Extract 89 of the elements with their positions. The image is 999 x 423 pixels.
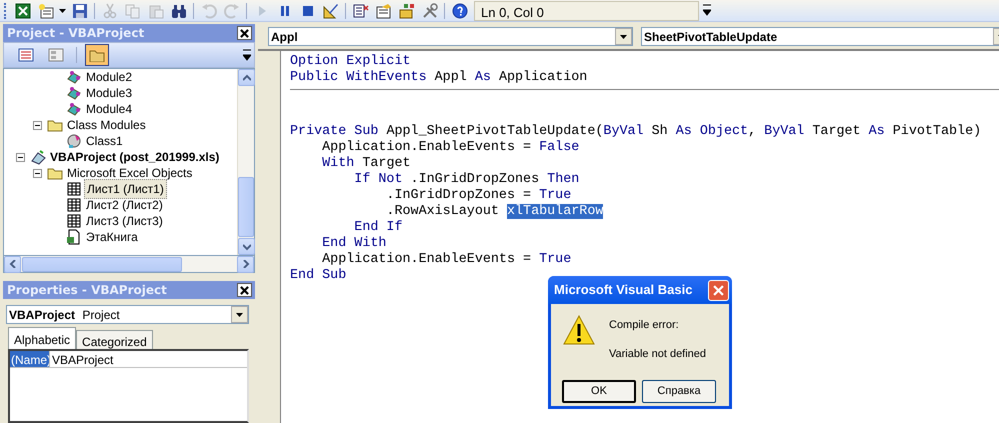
close-icon — [240, 286, 249, 294]
close-icon — [240, 28, 249, 38]
overflow-icon[interactable] — [703, 4, 711, 16]
code-line: Public WithEvents Appl As Application — [290, 70, 588, 86]
collapse-toggle[interactable] — [33, 168, 42, 178]
tree-item[interactable]: Class1 — [84, 132, 125, 150]
undo-icon — [200, 2, 216, 18]
dropdown-field[interactable]: Appl — [268, 27, 633, 46]
panel-title: Properties - VBAProject — [7, 282, 167, 299]
tab[interactable]: Categorized — [76, 330, 153, 349]
scroll-down-button[interactable] — [238, 238, 255, 255]
redo-icon — [224, 2, 240, 18]
class-icon — [66, 133, 82, 149]
project-icon — [30, 149, 46, 165]
scroll-up-button[interactable] — [238, 69, 255, 86]
spreadsheet-icon — [14, 2, 30, 18]
tree-item[interactable]: Module3 — [84, 84, 134, 102]
code-line: If Not .InGridDropZones Then — [353, 172, 580, 188]
dropdown-field[interactable]: SheetPivotTableUpdate — [641, 27, 999, 46]
module-icon — [66, 69, 82, 85]
warning-icon — [563, 315, 595, 345]
sheet-icon — [66, 181, 82, 197]
scroll-left-button[interactable] — [4, 256, 21, 272]
sheet-icon — [66, 197, 82, 213]
close-button[interactable] — [237, 283, 252, 297]
caret-icon — [236, 312, 243, 316]
properties-icon — [376, 2, 392, 18]
module-icon — [66, 85, 82, 101]
design-mode-icon — [322, 2, 338, 18]
cut-icon — [102, 2, 118, 18]
vertical-scrollbar[interactable] — [237, 69, 254, 255]
code-line: .InGridDropZones = True — [385, 188, 572, 204]
tree-item[interactable]: Class Modules — [65, 116, 148, 134]
code-line: Private Sub Appl_SheetPivotTableUpdate(ByVal Sh As Object, ByVal Target As PivotTable) — [290, 124, 982, 140]
toggle-folders-button[interactable] — [85, 44, 109, 66]
module-icon — [66, 101, 82, 117]
tree-item[interactable]: ЭтаКнига — [84, 228, 140, 246]
dialog-title: Microsoft Visual Basic — [554, 281, 692, 300]
close-icon — [713, 284, 724, 296]
tree-item[interactable]: Лист1 (Лист1) — [84, 179, 167, 199]
close-button[interactable] — [237, 26, 252, 40]
tree-item[interactable]: Лист2 (Лист2) — [84, 196, 165, 214]
paste-icon — [148, 2, 164, 18]
binoculars-icon — [170, 2, 186, 18]
save-icon — [72, 2, 88, 18]
view-object-icon — [48, 48, 64, 62]
tree-item[interactable]: Module2 — [84, 69, 134, 86]
tree-item[interactable]: Module4 — [84, 100, 134, 118]
help-icon — [452, 2, 468, 18]
tree-item[interactable]: VBAProject (post_201999.xls) — [48, 148, 222, 166]
tools-icon — [422, 2, 438, 18]
code-line: End With — [321, 236, 388, 252]
folder-icon — [89, 48, 105, 62]
scroll-right-button[interactable] — [237, 256, 254, 272]
project-explorer-icon — [352, 2, 368, 18]
caret-icon — [620, 34, 627, 38]
object-browser-icon — [398, 2, 414, 18]
dialog-button[interactable]: Справка — [642, 380, 716, 403]
code-line: Application.EnableEvents = True — [321, 252, 572, 268]
cursor-position-text: Ln 0, Col 0 — [474, 0, 699, 20]
message-text: Compile error: — [609, 318, 680, 333]
horizontal-scrollbar[interactable] — [3, 256, 255, 273]
copy-icon — [124, 2, 140, 18]
code-line: End If — [353, 220, 404, 236]
message-text: Variable not defined — [609, 346, 706, 362]
dialog-button[interactable]: OK — [562, 380, 636, 403]
sheet-icon — [66, 213, 82, 229]
tree-item[interactable]: Лист3 (Лист3) — [84, 212, 165, 230]
collapse-toggle[interactable] — [16, 152, 25, 162]
dropdown-button[interactable] — [231, 306, 248, 323]
property-value[interactable]: VBAProject — [49, 351, 247, 367]
code-line: Option Explicit — [290, 54, 412, 70]
collapse-toggle[interactable] — [33, 120, 42, 130]
dropdown-field[interactable]: VBAProject Project — [6, 305, 249, 324]
panel-title: Project - VBAProject — [7, 25, 144, 42]
code-line: Application.EnableEvents = False — [321, 140, 580, 156]
tree-item[interactable]: Microsoft Excel Objects — [65, 164, 194, 182]
insert-module-icon — [38, 2, 54, 18]
view-code-icon — [18, 48, 34, 62]
scrollbar-thumb[interactable] — [238, 177, 254, 237]
workbook-icon — [66, 229, 82, 245]
caret-icon — [59, 8, 66, 12]
dropdown-button[interactable] — [615, 28, 632, 45]
code-line: With Target — [321, 156, 412, 172]
overflow-icon[interactable] — [243, 48, 251, 61]
scrollbar-thumb[interactable] — [22, 256, 182, 272]
tab[interactable]: Alphabetic — [8, 327, 76, 349]
code-line: End Sub — [290, 268, 348, 284]
code-line: .RowAxisLayout xlTabularRow — [385, 204, 604, 220]
